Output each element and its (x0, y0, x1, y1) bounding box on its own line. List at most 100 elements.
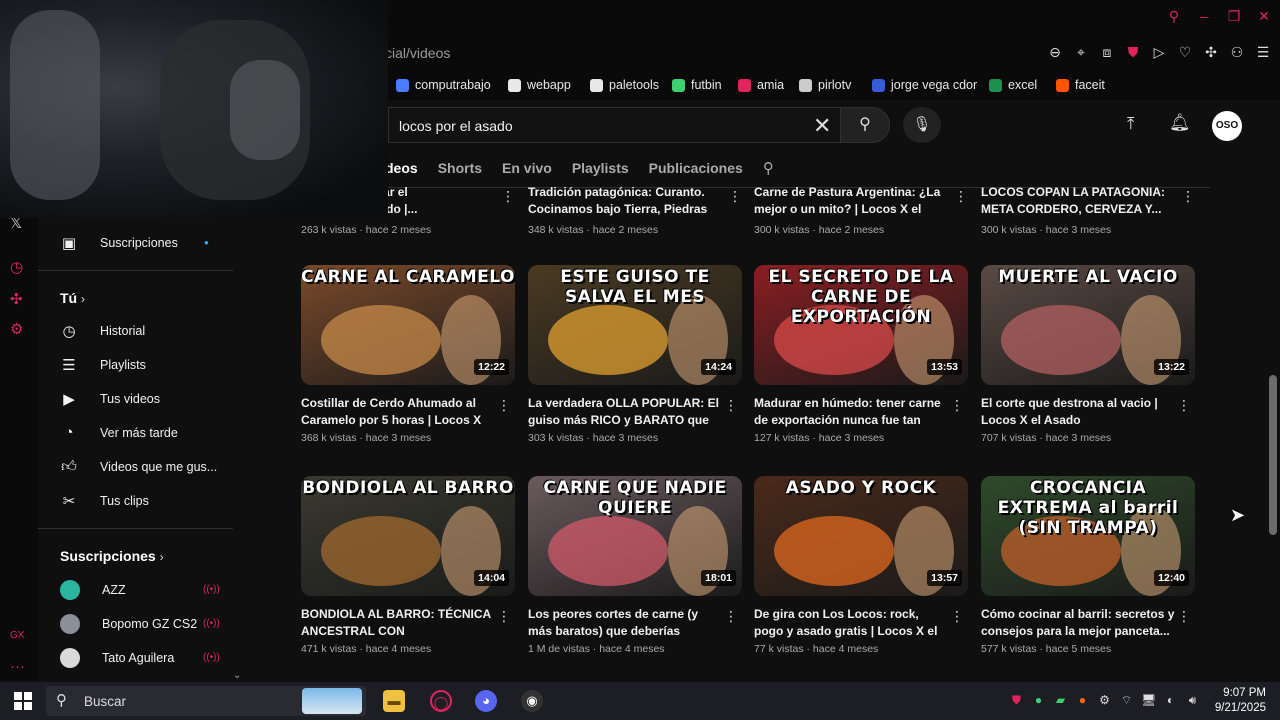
clear-icon[interactable]: ✕ (813, 113, 831, 139)
extensions-icon[interactable]: ✣ (1204, 44, 1218, 61)
video-card[interactable]: ESTE GUISO TE SALVA EL MES 14:24 La verdad… (528, 265, 742, 444)
search-icon[interactable]: ⚲ (1166, 8, 1182, 25)
video-thumbnail[interactable]: CARNE AL CARAMELO 12:22 (301, 265, 515, 385)
search-icon[interactable]: ⚲ (763, 152, 774, 186)
video-card[interactable]: CROCANCIA EXTREMA al barril (SIN TRAMPA)… (981, 476, 1195, 655)
search-input[interactable]: locos por el asado ✕ (388, 107, 845, 143)
volume-icon[interactable]: 🔊︎ (1185, 693, 1200, 708)
subscription-item[interactable]: AZZ (60, 580, 126, 600)
video-thumbnail[interactable]: MUERTE AL VACIO 13:22 (981, 265, 1195, 385)
bell-icon[interactable]: 🔔︎ (1169, 113, 1191, 133)
minimize-icon[interactable]: – (1196, 8, 1212, 25)
video-title[interactable]: Costillar de Cerdo Ahumado al Caramelo p… (301, 395, 497, 429)
video-title[interactable]: Carne de Pastura Argentina: ¿La mejor o u… (754, 184, 950, 218)
video-thumbnail[interactable]: ESTE GUISO TE SALVA EL MES 14:24 (528, 265, 742, 385)
bookmark-item[interactable]: pirlotv (799, 78, 851, 92)
maximize-icon[interactable]: ❐ (1226, 8, 1242, 25)
video-title[interactable]: Cómo cocinar al barril: secretos y conse… (981, 606, 1177, 640)
video-thumbnail[interactable]: BONDIOLA AL BARRO 14:04 (301, 476, 515, 596)
taskbar-search[interactable]: ⚲ Buscar (46, 686, 366, 716)
pin-icon[interactable]: ⌖ (1074, 44, 1088, 61)
heart-icon[interactable]: ♡ (1178, 44, 1192, 61)
play-icon[interactable]: ▷ (1152, 44, 1166, 61)
gx-icon[interactable]: GX (10, 630, 24, 641)
video-card[interactable]: EL SECRETO DE LA CARNE DE EXPORTACIÓN 13:… (754, 265, 968, 444)
video-thumbnail[interactable]: EL SECRETO DE LA CARNE DE EXPORTACIÓN 13:… (754, 265, 968, 385)
tab-item[interactable]: Shorts (438, 152, 502, 186)
video-thumbnail[interactable]: CARNE QUE NADIE QUIERE 18:01 (528, 476, 742, 596)
sidebar-subs-heading[interactable]: Suscripciones › (60, 548, 164, 564)
wifi-icon[interactable]: ⌔ (1119, 693, 1134, 708)
video-card[interactable]: CARNE AL CARAMELO 12:22 Costillar de Cerdo… (301, 265, 515, 444)
opera-tray-icon[interactable]: ◐ (1163, 693, 1178, 708)
more-icon[interactable]: ··· (10, 658, 25, 675)
more-options-icon[interactable]: ⋮ (497, 397, 511, 414)
sidebar-item[interactable]: ☰ Playlists (60, 356, 146, 374)
file-explorer-icon[interactable]: ▬ (383, 690, 405, 712)
status-icon[interactable]: ● (1031, 693, 1046, 708)
close-icon[interactable]: ✕ (1256, 8, 1272, 25)
video-title[interactable]: La verdadera OLLA POPULAR: El guiso más … (528, 395, 724, 429)
more-options-icon[interactable]: ⋮ (497, 608, 511, 625)
voice-search-button[interactable]: 🎙︎ (903, 107, 941, 143)
nvidia-icon[interactable]: ▰ (1053, 693, 1068, 708)
more-options-icon[interactable]: ⋮ (1177, 608, 1191, 625)
clock-icon[interactable]: ◷ (10, 258, 23, 276)
bookmark-item[interactable]: webapp (508, 78, 571, 92)
obs-icon[interactable]: ◉ (521, 690, 543, 712)
scrollbar-thumb[interactable] (1269, 375, 1277, 535)
video-card[interactable]: BONDIOLA AL BARRO 14:04 BONDIOLA AL BARRO:… (301, 476, 515, 655)
bookmark-item[interactable]: amia (738, 78, 784, 92)
video-title[interactable]: Tradición patagónica: Curanto. Cocinamos … (528, 184, 724, 218)
app-tray-icon[interactable]: ● (1075, 693, 1090, 708)
more-options-icon[interactable]: ⋮ (950, 608, 964, 625)
bookmark-item[interactable]: futbin (672, 78, 722, 92)
sidebar-item[interactable]: ▶ Tus videos (60, 390, 160, 408)
screenshot-icon[interactable]: ⧈ (1100, 44, 1114, 61)
video-card[interactable]: CARNE QUE NADIE QUIERE 18:01 Los peores co… (528, 476, 742, 655)
bookmark-item[interactable]: paletools (590, 78, 659, 92)
sidebar-you-heading[interactable]: Tú › (60, 290, 85, 306)
tab-item[interactable]: Playlists (572, 152, 649, 186)
shield-icon[interactable]: ⛊ (1009, 693, 1024, 708)
clock[interactable]: 9:07 PM 9/21/2025 (1215, 686, 1266, 716)
tab-item[interactable]: Publicaciones (649, 152, 763, 186)
shield-icon[interactable]: ⛊ (1126, 44, 1140, 61)
video-title[interactable]: Madurar en húmedo: tener carne de export… (754, 395, 950, 429)
bookmark-item[interactable]: computrabajo (396, 78, 491, 92)
zoom-out-icon[interactable]: ⊖ (1048, 44, 1062, 61)
address-text[interactable]: cial/videos (385, 45, 450, 61)
subscription-item[interactable]: Bopomo GZ CS2 (60, 614, 197, 634)
sidebar-item[interactable]: ✂ Tus clips (60, 492, 149, 510)
video-thumbnail[interactable]: ASADO Y ROCK 13:57 (754, 476, 968, 596)
video-card[interactable]: MUERTE AL VACIO 13:22 El corte que destron… (981, 265, 1195, 444)
gear-icon[interactable]: ⚙ (10, 320, 23, 338)
video-title[interactable]: El corte que destrona al vacio | Locos X… (981, 395, 1177, 429)
profile-icon[interactable]: ⚇ (1230, 44, 1244, 61)
subscription-item[interactable]: Tato Aguilera (60, 648, 174, 668)
search-value[interactable]: locos por el asado (399, 118, 513, 134)
tab-item[interactable]: En vivo (502, 152, 572, 186)
more-options-icon[interactable]: ⋮ (950, 397, 964, 414)
opera-gx-icon[interactable]: ◯ (430, 690, 452, 712)
more-options-icon[interactable]: ⋮ (1181, 188, 1276, 205)
video-title[interactable]: De gira con Los Locos: rock, pogo y asad… (754, 606, 950, 640)
tab-item[interactable]: deos (385, 152, 438, 186)
steam-icon[interactable]: ⚙ (1097, 693, 1112, 708)
bookmark-item[interactable]: jorge vega cdor (872, 78, 977, 92)
search-button[interactable]: ⚲ (840, 107, 890, 143)
sidebar-item-subscriptions[interactable]: ▣ Suscripciones (60, 234, 178, 252)
avatar[interactable]: OSO (1212, 111, 1242, 141)
extensions-icon[interactable]: ✣ (10, 290, 23, 308)
windows-start-icon[interactable] (14, 692, 32, 710)
sidebar-item[interactable]: 👍︎ Videos que me gus... (60, 458, 217, 476)
discord-icon[interactable]: ◕ (475, 690, 497, 712)
video-thumbnail[interactable]: CROCANCIA EXTREMA al barril (SIN TRAMPA)… (981, 476, 1195, 596)
more-options-icon[interactable]: ⋮ (724, 608, 738, 625)
more-options-icon[interactable]: ⋮ (1177, 397, 1191, 414)
bookmark-item[interactable]: excel (989, 78, 1037, 92)
video-title[interactable]: Los peores cortes de carne (y más barato… (528, 606, 724, 640)
video-title[interactable]: BONDIOLA AL BARRO: TÉCNICA ANCESTRAL CON… (301, 606, 497, 640)
sidebar-item[interactable]: ◔ Ver más tarde (60, 424, 177, 441)
network-icon[interactable]: 🖥︎ (1141, 693, 1156, 708)
